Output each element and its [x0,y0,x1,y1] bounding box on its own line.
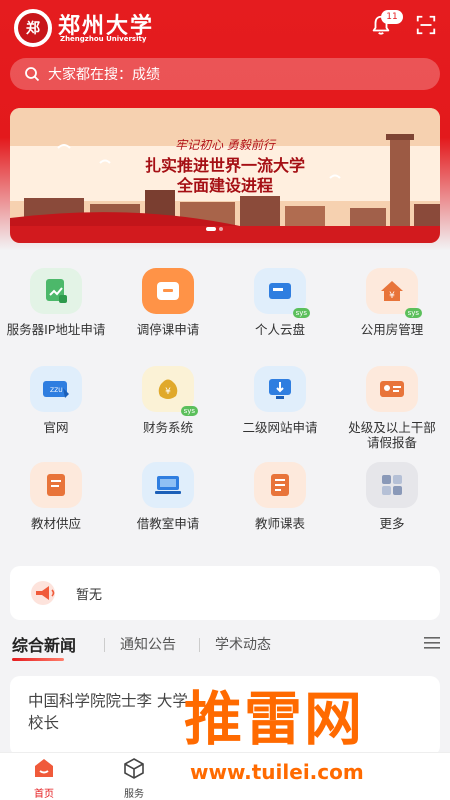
sys-badge: sys [404,308,422,318]
textbook-icon [30,462,82,508]
service-sub-site[interactable]: 二级网站申请 [224,366,336,435]
house-yen-icon: ¥ sys [366,268,422,318]
news-headline: 中国科学院院士李 大学校长 [28,692,188,732]
nav-services[interactable]: 服务 [104,757,164,800]
service-public-housing[interactable]: ¥ sys 公用房管理 [336,268,448,337]
website-icon: ZZU [30,366,82,412]
tab-divider [199,638,200,652]
carousel-dot[interactable] [219,227,223,231]
service-more[interactable]: 更多 [336,462,448,531]
leave-report-icon [366,366,418,412]
notification-badge: 11 [381,10,403,24]
tab-academic[interactable]: 学术动态 [215,634,271,654]
search-icon [25,67,40,82]
tab-announcements[interactable]: 通知公告 [120,634,176,654]
tab-general-news[interactable]: 综合新闻 [12,632,76,656]
scan-icon[interactable] [415,14,437,36]
service-finance[interactable]: ¥ sys 财务系统 [112,366,224,435]
active-tab-indicator [12,658,64,661]
svg-text:¥: ¥ [165,387,171,397]
search-bar[interactable]: 大家都在搜：成绩 [10,58,440,90]
service-cloud-disk[interactable]: sys 个人云盘 [224,268,336,337]
service-server-ip[interactable]: 服务器IP地址申请 [0,268,112,337]
megaphone-icon [31,581,55,605]
home-icon [35,759,53,777]
carousel-indicator[interactable] [206,227,223,231]
service-borrow-classroom[interactable]: 借教室申请 [112,462,224,531]
course-adjust-icon [142,268,194,314]
classroom-icon [142,462,194,508]
cube-icon [124,758,144,779]
carousel-dot-active[interactable] [206,227,216,231]
finance-icon: ¥ sys [142,366,198,416]
svg-text:ZZU: ZZU [50,387,63,394]
banner-slogan-1: 牢记初心 勇毅前行 [175,138,275,152]
watermark-url: www.tuilei.com [190,760,364,784]
service-textbook[interactable]: 教材供应 [0,462,112,531]
sys-badge: sys [180,406,198,416]
watermark-text: 推雷网 [184,685,365,753]
sys-badge: sys [292,308,310,318]
cloud-disk-icon: sys [254,268,310,318]
service-website[interactable]: ZZU 官网 [0,366,112,435]
service-leave-report[interactable]: 处级及以上干部请假报备 [336,366,448,450]
service-course-adjust[interactable]: 调停课申请 [112,268,224,337]
server-ip-icon [30,268,82,314]
tab-divider [104,638,105,652]
watermark: 推雷网 www.tuilei.com [180,684,445,790]
news-tabs: 综合新闻 通知公告 学术动态 [0,630,450,661]
university-emblem-icon: 郑 [14,9,52,47]
banner-slogan-3: 全面建设进程 [176,176,273,195]
more-grid-icon [366,462,418,508]
service-teacher-schedule[interactable]: 教师课表 [224,462,336,531]
top-bar: 郑 郑州大学 Zhengzhou University 11 [0,0,450,52]
notice-bar[interactable]: 暂无 [10,566,440,620]
search-placeholder: 大家都在搜：成绩 [48,67,160,83]
teacher-schedule-icon [254,462,306,508]
svg-text:¥: ¥ [389,291,395,301]
notice-text: 暂无 [76,587,103,603]
usb-site-icon [254,366,306,412]
nav-home[interactable]: 首页 [14,757,74,800]
menu-icon[interactable] [424,636,440,650]
banner-carousel[interactable]: 牢记初心 勇毅前行 扎实推进世界一流大学 全面建设进程 [10,108,440,243]
logo-subtitle: Zhengzhou University [60,35,147,43]
